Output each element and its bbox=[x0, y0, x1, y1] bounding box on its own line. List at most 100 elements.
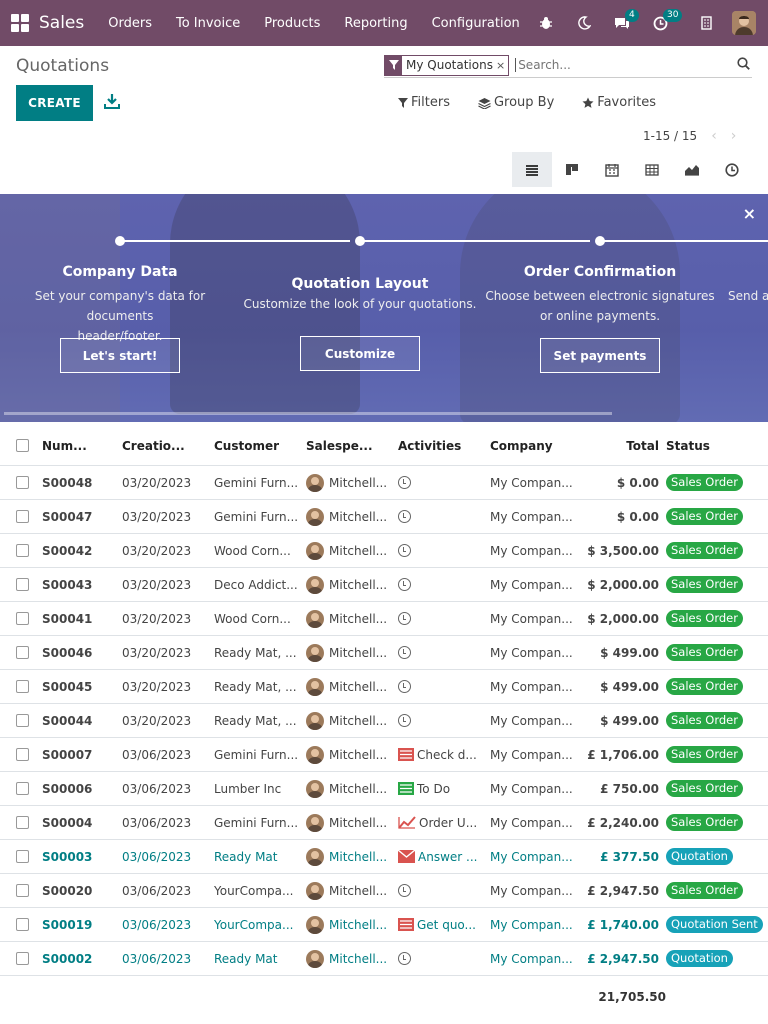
pager-value[interactable]: 1-15 / 15 bbox=[643, 129, 697, 143]
filter-facet[interactable]: My Quotations × bbox=[384, 54, 510, 76]
set-payments-button[interactable]: Set payments bbox=[540, 338, 660, 373]
nav-products[interactable]: Products bbox=[252, 16, 332, 31]
lets-start-button[interactable]: Let's start! bbox=[60, 338, 180, 373]
row-checkbox[interactable] bbox=[16, 578, 29, 591]
table-row[interactable]: S00043 03/20/2023 Deco Addict... Mitchell..… bbox=[0, 568, 768, 602]
header-total[interactable]: Total bbox=[582, 439, 666, 453]
header-number[interactable]: Num... bbox=[42, 439, 122, 453]
banner-scrollbar[interactable] bbox=[4, 412, 612, 415]
row-checkbox[interactable] bbox=[16, 918, 29, 931]
building-icon[interactable] bbox=[692, 0, 720, 46]
table-row[interactable]: S00003 03/06/2023 Ready Mat Mitchell... Answ… bbox=[0, 840, 768, 874]
red-list-activity-icon[interactable] bbox=[398, 918, 414, 931]
nav-reporting[interactable]: Reporting bbox=[332, 16, 419, 31]
row-checkbox[interactable] bbox=[16, 714, 29, 727]
graph-view-icon[interactable] bbox=[672, 152, 712, 187]
row-checkbox[interactable] bbox=[16, 544, 29, 557]
activity-clock-icon[interactable] bbox=[398, 714, 411, 727]
header-salesperson[interactable]: Salespe... bbox=[306, 439, 398, 453]
search-icon[interactable] bbox=[737, 57, 750, 74]
activity-clock-icon[interactable] bbox=[398, 952, 411, 965]
create-button[interactable]: CREATE bbox=[16, 85, 93, 121]
activity-clock-icon[interactable] bbox=[398, 646, 411, 659]
favorites-button[interactable]: Favorites bbox=[582, 95, 656, 110]
row-checkbox[interactable] bbox=[16, 612, 29, 625]
table-row[interactable]: S00048 03/20/2023 Gemini Furn... Mitchell..… bbox=[0, 466, 768, 500]
activity-clock-icon[interactable]: 30 bbox=[646, 0, 683, 46]
customer-name: Wood Corn... bbox=[214, 611, 291, 626]
banner-close-icon[interactable]: × bbox=[743, 204, 756, 223]
row-checkbox[interactable] bbox=[16, 646, 29, 659]
table-row[interactable]: S00020 03/06/2023 YourCompa... Mitchell... M… bbox=[0, 874, 768, 908]
row-checkbox[interactable] bbox=[16, 816, 29, 829]
order-number: S00006 bbox=[42, 781, 93, 796]
table-row[interactable]: S00007 03/06/2023 Gemini Furn... Mitchell..… bbox=[0, 738, 768, 772]
nav-orders[interactable]: Orders bbox=[96, 16, 164, 31]
row-checkbox[interactable] bbox=[16, 952, 29, 965]
nav-to-invoice[interactable]: To Invoice bbox=[164, 16, 252, 31]
salesperson-cell: Mitchell... bbox=[306, 643, 398, 662]
green-list-activity-icon[interactable] bbox=[398, 782, 414, 795]
table-row[interactable]: S00041 03/20/2023 Wood Corn... Mitchell... M… bbox=[0, 602, 768, 636]
row-checkbox[interactable] bbox=[16, 680, 29, 693]
pivot-view-icon[interactable] bbox=[632, 152, 672, 187]
search-input[interactable] bbox=[515, 58, 716, 72]
activity-clock-icon[interactable] bbox=[398, 612, 411, 625]
red-list-activity-icon[interactable] bbox=[398, 748, 414, 761]
kanban-view-icon[interactable] bbox=[552, 152, 592, 187]
customize-button[interactable]: Customize bbox=[300, 336, 420, 371]
facet-close-icon[interactable]: × bbox=[496, 59, 508, 72]
bug-icon[interactable] bbox=[532, 0, 560, 46]
table-row[interactable]: S00046 03/20/2023 Ready Mat, ... Mitchell..… bbox=[0, 636, 768, 670]
moon-icon[interactable] bbox=[570, 0, 598, 46]
list-view-icon[interactable] bbox=[512, 152, 552, 187]
filters-button[interactable]: Filters bbox=[398, 95, 450, 110]
customer-name: Ready Mat, ... bbox=[214, 645, 297, 660]
table-row[interactable]: S00042 03/20/2023 Wood Corn... Mitchell... M… bbox=[0, 534, 768, 568]
pager-next-button[interactable]: › bbox=[731, 128, 737, 144]
activity-view-icon[interactable] bbox=[712, 152, 752, 187]
table-row[interactable]: S00006 03/06/2023 Lumber Inc Mitchell... To … bbox=[0, 772, 768, 806]
pager-previous-button[interactable]: ‹ bbox=[711, 128, 717, 144]
header-status[interactable]: Status bbox=[666, 439, 768, 453]
row-checkbox[interactable] bbox=[16, 782, 29, 795]
table-row[interactable]: S00045 03/20/2023 Ready Mat, ... Mitchell..… bbox=[0, 670, 768, 704]
activity-clock-icon[interactable] bbox=[398, 544, 411, 557]
table-row[interactable]: S00019 03/06/2023 YourCompa... Mitchell... G… bbox=[0, 908, 768, 942]
activity-clock-icon[interactable] bbox=[398, 476, 411, 489]
activity-summary: Order U... bbox=[419, 815, 478, 830]
download-icon[interactable] bbox=[104, 93, 120, 113]
row-checkbox[interactable] bbox=[16, 884, 29, 897]
table-row[interactable]: S00004 03/06/2023 Gemini Furn... Mitchell..… bbox=[0, 806, 768, 840]
app-menu-icon[interactable] bbox=[11, 14, 29, 32]
calendar-view-icon[interactable] bbox=[592, 152, 632, 187]
row-checkbox[interactable] bbox=[16, 748, 29, 761]
row-checkbox[interactable] bbox=[16, 850, 29, 863]
table-row[interactable]: S00047 03/20/2023 Gemini Furn... Mitchell..… bbox=[0, 500, 768, 534]
header-creation-date[interactable]: Creatio... bbox=[122, 439, 214, 453]
step-description: Set your company's data for documents he… bbox=[0, 286, 240, 346]
red-chart-activity-icon[interactable] bbox=[398, 816, 416, 829]
select-all-checkbox[interactable] bbox=[16, 439, 29, 452]
activity-clock-icon[interactable] bbox=[398, 510, 411, 523]
user-avatar[interactable] bbox=[732, 11, 756, 35]
nav-configuration[interactable]: Configuration bbox=[420, 16, 532, 31]
app-name[interactable]: Sales bbox=[39, 13, 84, 33]
activity-clock-icon[interactable] bbox=[398, 578, 411, 591]
header-company[interactable]: Company bbox=[490, 439, 582, 453]
row-checkbox[interactable] bbox=[16, 510, 29, 523]
top-navbar: Sales Orders To Invoice Products Reporti… bbox=[0, 0, 768, 46]
header-activities[interactable]: Activities bbox=[398, 439, 490, 453]
table-row[interactable]: S00002 03/06/2023 Ready Mat Mitchell... My C… bbox=[0, 942, 768, 976]
group-by-button[interactable]: Group By bbox=[478, 95, 554, 110]
red-mail-activity-icon[interactable] bbox=[398, 850, 415, 863]
header-customer[interactable]: Customer bbox=[214, 439, 306, 453]
status-badge: Sales Order bbox=[666, 576, 743, 593]
table-row[interactable]: S00044 03/20/2023 Ready Mat, ... Mitchell..… bbox=[0, 704, 768, 738]
row-checkbox[interactable] bbox=[16, 476, 29, 489]
chat-icon[interactable]: 4 bbox=[608, 0, 639, 46]
activity-clock-icon[interactable] bbox=[398, 680, 411, 693]
activity-summary: Check d... bbox=[417, 747, 477, 762]
activity-clock-icon[interactable] bbox=[398, 884, 411, 897]
step-connector bbox=[364, 240, 590, 242]
